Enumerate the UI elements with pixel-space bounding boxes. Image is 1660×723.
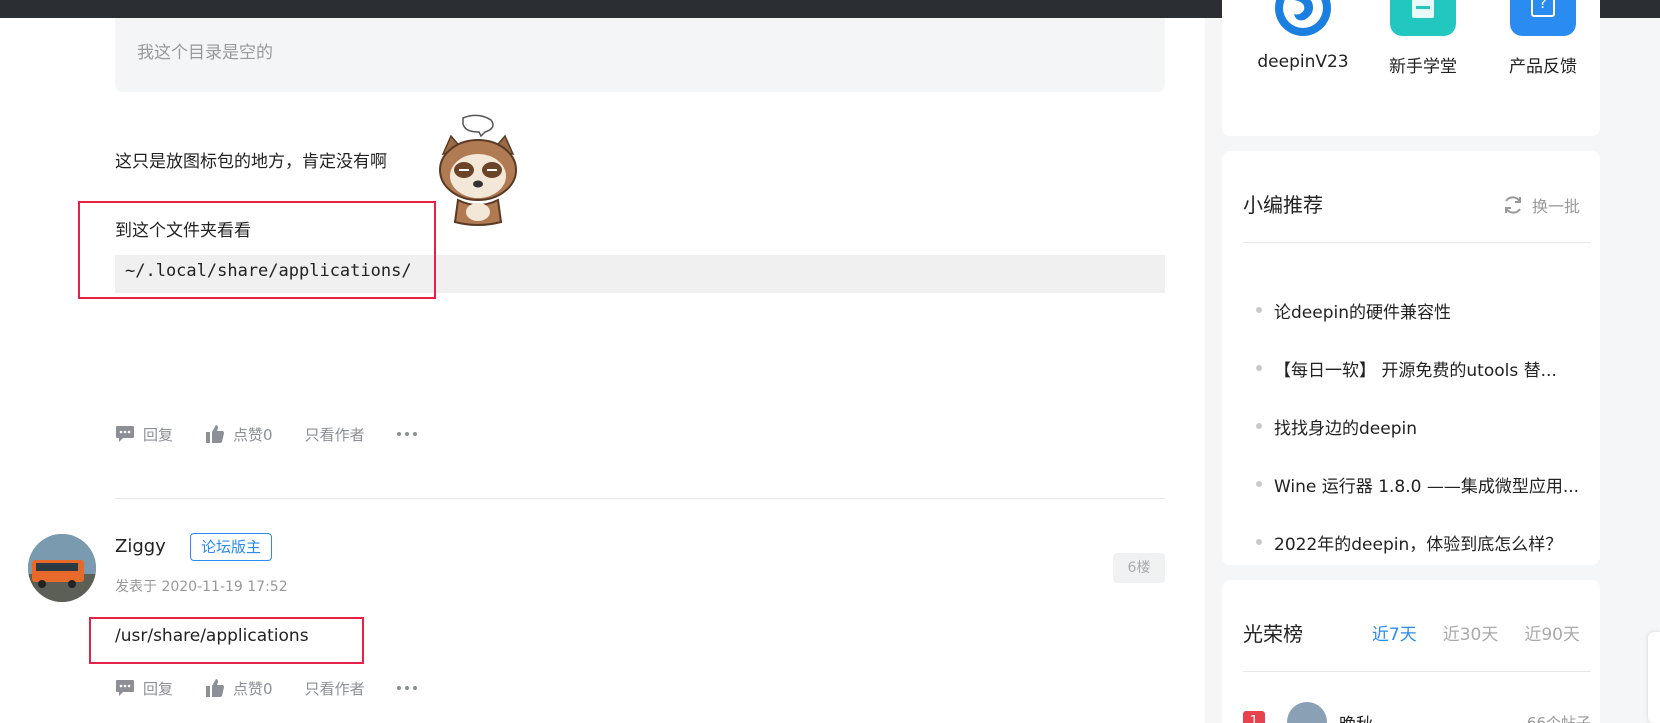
card-divider xyxy=(1243,671,1591,672)
scrollbar-handle[interactable] xyxy=(1648,632,1660,723)
comment-icon xyxy=(116,426,134,442)
like-label: 点赞0 xyxy=(233,679,273,698)
card-divider xyxy=(1243,242,1591,243)
floor-number[interactable]: 6楼 xyxy=(1113,553,1165,583)
honor-tabs: 近7天 近30天 近90天 xyxy=(1372,620,1580,645)
recommend-list: 论deepin的硬件兼容性 【每日一软】 开源免费的utools 替... 找找… xyxy=(1243,281,1603,571)
author-only-button[interactable]: 只看作者 xyxy=(305,678,365,699)
quick-link-label: deepinV23 xyxy=(1257,52,1349,72)
reply-button[interactable]: 回复 xyxy=(115,678,173,699)
quick-link-tutorial[interactable]: 新手学堂 xyxy=(1368,0,1478,77)
svg-text:?: ? xyxy=(1539,0,1548,12)
rank-number: 1 xyxy=(1243,711,1265,723)
list-item[interactable]: 找找身边的deepin xyxy=(1243,397,1603,455)
recommend-card: 小编推荐 换一批 论deepin的硬件兼容性 【每日一软】 开源免费的utool… xyxy=(1222,151,1600,565)
list-item[interactable]: 2022年的deepin，体验到底怎么样？ xyxy=(1243,513,1603,571)
list-item[interactable]: 论deepin的硬件兼容性 xyxy=(1243,281,1603,339)
tab-7-days[interactable]: 近7天 xyxy=(1372,620,1417,645)
honor-title: 光荣榜 xyxy=(1243,622,1303,646)
author-only-label: 只看作者 xyxy=(304,425,365,444)
quick-link-feedback[interactable]: ? 产品反馈 xyxy=(1488,0,1598,77)
quick-link-deepin[interactable]: deepinV23 xyxy=(1248,0,1358,72)
reply-label: 回复 xyxy=(143,679,174,698)
like-button[interactable]: 点赞0 xyxy=(205,678,273,699)
like-button[interactable]: 点赞0 xyxy=(205,424,273,445)
quick-link-label: 新手学堂 xyxy=(1389,57,1457,77)
raccoon-sticker-icon xyxy=(439,114,517,226)
more-options-icon[interactable] xyxy=(396,432,417,436)
refresh-button[interactable]: 换一批 xyxy=(1502,193,1580,217)
tab-30-days[interactable]: 近30天 xyxy=(1443,620,1499,645)
tab-90-days[interactable]: 近90天 xyxy=(1524,620,1580,645)
avatar[interactable] xyxy=(28,534,96,602)
post-divider xyxy=(115,498,1165,499)
list-item[interactable]: Wine 运行器 1.8.0 ——集成微型应用... xyxy=(1243,455,1603,513)
quoted-text: 我这个目录是空的 xyxy=(137,43,273,63)
honor-card: 光荣榜 近7天 近30天 近90天 1 晚秋 66个帖子 xyxy=(1222,580,1600,723)
recommend-title: 小编推荐 xyxy=(1243,193,1323,217)
author-only-label: 只看作者 xyxy=(304,679,365,698)
quick-links-card: deepinV23 新手学堂 ? 产品反馈 xyxy=(1222,0,1600,136)
avatar[interactable] xyxy=(1287,702,1327,723)
post-timestamp: 发表于 2020-11-19 17:52 xyxy=(115,579,288,595)
reply-button[interactable]: 回复 xyxy=(115,424,173,445)
reply-label: 回复 xyxy=(143,425,174,444)
post-content-area: 我这个目录是空的 这只是放图标包的地方，肯定没有啊 到这个文件夹看看 ~/.lo… xyxy=(0,18,1205,723)
reply-text: 这只是放图标包的地方，肯定没有啊 xyxy=(115,152,387,172)
highlight-box xyxy=(78,201,436,299)
feedback-icon: ? xyxy=(1510,0,1576,36)
thumbs-up-icon xyxy=(206,679,225,697)
moderator-badge: 论坛版主 xyxy=(190,533,273,561)
author-only-button[interactable]: 只看作者 xyxy=(305,424,365,445)
quote-block: 我这个目录是空的 xyxy=(115,18,1165,92)
rank-post-count: 66个帖子 xyxy=(1526,713,1591,723)
refresh-label: 换一批 xyxy=(1531,197,1580,216)
rank-username[interactable]: 晚秋 xyxy=(1339,710,1373,723)
book-icon xyxy=(1390,0,1456,36)
post-actions: 回复 点赞0 只看作者 xyxy=(115,676,417,700)
highlight-box xyxy=(89,617,364,664)
username[interactable]: Ziggy xyxy=(115,536,166,557)
more-options-icon[interactable] xyxy=(396,686,417,690)
deepin-logo-icon xyxy=(1275,0,1331,36)
comment-icon xyxy=(116,680,134,696)
list-item[interactable]: 【每日一软】 开源免费的utools 替... xyxy=(1243,339,1603,397)
refresh-icon xyxy=(1504,196,1521,214)
like-label: 点赞0 xyxy=(233,425,273,444)
quick-link-label: 产品反馈 xyxy=(1509,57,1577,77)
bus-photo-icon xyxy=(28,534,96,602)
post-actions: 回复 点赞0 只看作者 xyxy=(115,422,417,446)
thumbs-up-icon xyxy=(206,425,225,443)
rank-row[interactable]: 1 晚秋 66个帖子 xyxy=(1243,702,1591,723)
